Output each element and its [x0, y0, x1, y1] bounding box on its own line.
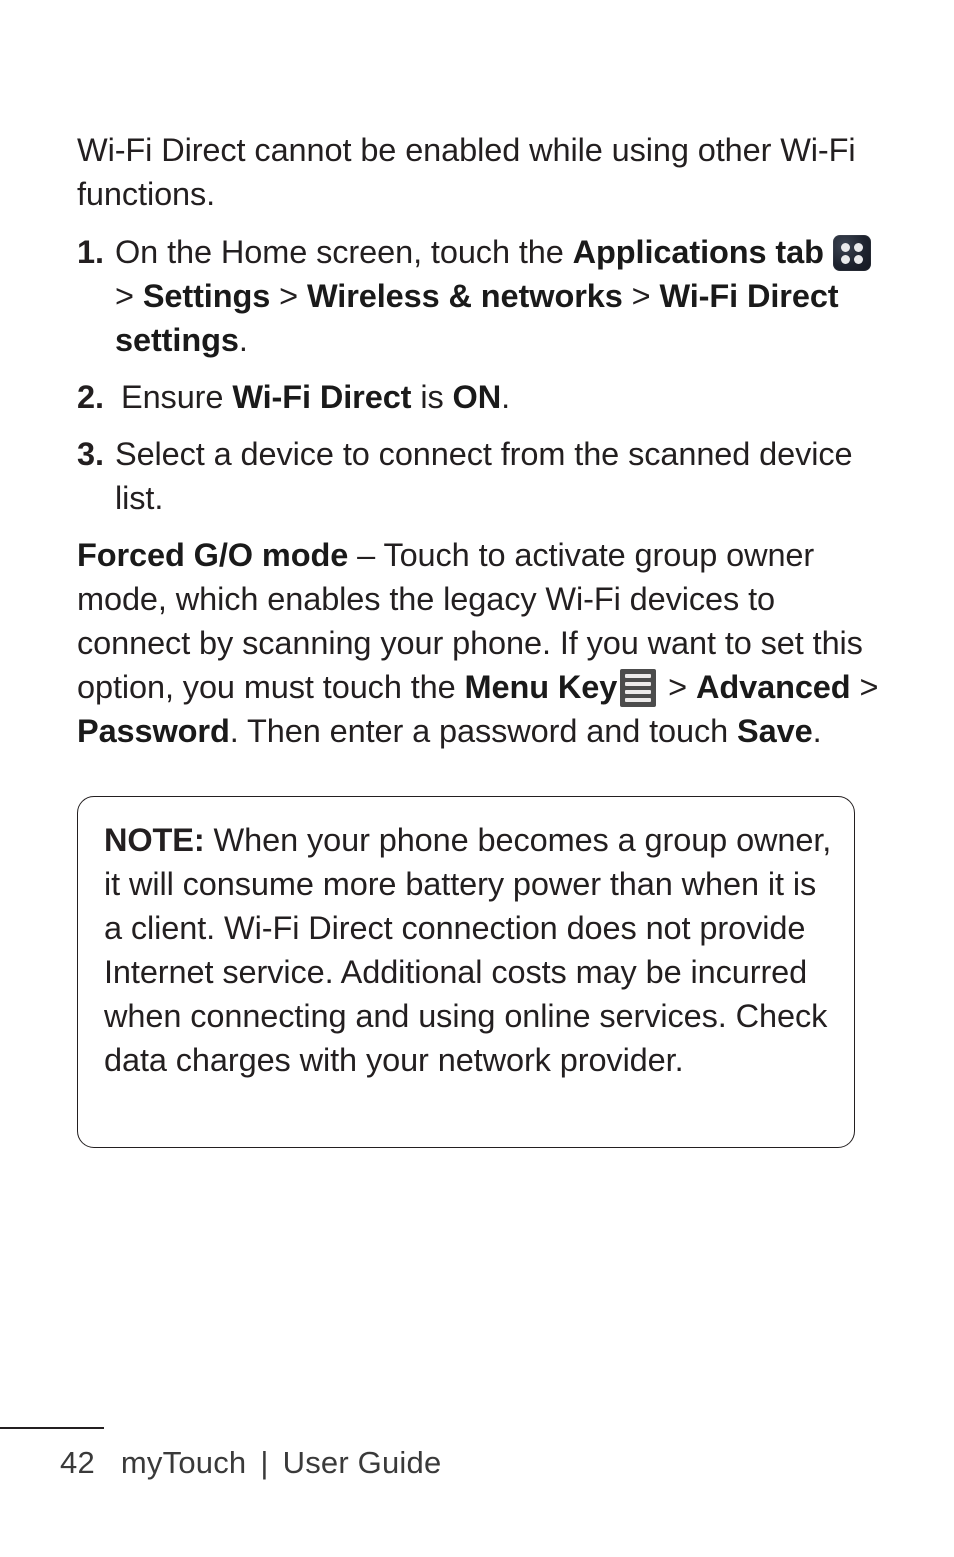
forced-go-end: .: [812, 713, 822, 749]
apps-dot-2: [853, 243, 863, 252]
step-1-bold-settings: Settings: [142, 278, 271, 314]
forced-go-bold-save: Save: [737, 713, 813, 749]
step-1-separator-2: >: [270, 278, 307, 314]
forced-go-bold-password: Password: [77, 713, 230, 749]
step-1-text-part1: On the Home screen, touch the: [115, 234, 573, 270]
step-number: 3.: [77, 436, 104, 472]
apps-dot-1: [840, 243, 850, 252]
forced-go-mode-label: Forced G/O mode: [77, 537, 349, 573]
step-2-bold-wifi-direct: Wi-Fi Direct: [232, 379, 412, 415]
step-2-bold-on: ON: [452, 379, 502, 415]
footer-page-number: 42: [60, 1445, 95, 1480]
footer-separator: |: [260, 1445, 269, 1480]
forced-go-body-2: . Then enter a password and touch: [229, 713, 738, 749]
footer-divider: [0, 1427, 104, 1429]
step-number: 1.: [77, 234, 104, 270]
forced-go-separator-1: >: [659, 669, 696, 705]
note-text: NOTE: When your phone becomes a group ow…: [104, 818, 832, 1082]
note-label: NOTE:: [104, 822, 205, 858]
footer-doc-title: User Guide: [282, 1445, 442, 1480]
forced-go-mode-paragraph: Forced G/O mode – Touch to activate grou…: [77, 533, 887, 753]
forced-go-separator-2: >: [850, 669, 879, 705]
list-item-step-2: 2. Ensure Wi-Fi Direct is ON.: [77, 375, 887, 419]
numbered-steps-list: 1. On the Home screen, touch the Applicat…: [77, 230, 887, 520]
menu-key-icon[interactable]: [620, 669, 657, 707]
menu-bar-3: [625, 690, 652, 694]
footer-product-name: myTouch: [120, 1445, 247, 1480]
apps-dot-3: [840, 255, 850, 264]
apps-dot-4: [853, 255, 863, 264]
page-content: Wi-Fi Direct cannot be enabled while usi…: [77, 128, 887, 765]
step-1-separator-1: >: [115, 278, 143, 314]
menu-key-label: Menu Key: [464, 669, 618, 705]
forced-go-bold-advanced: Advanced: [696, 669, 851, 705]
list-item-step-3: 3. Select a device to connect from the sc…: [77, 432, 887, 520]
step-1-bold-wireless-networks: Wireless & networks: [306, 278, 623, 314]
intro-paragraph: Wi-Fi Direct cannot be enabled while usi…: [77, 132, 856, 212]
step-1-end: .: [238, 322, 248, 358]
forced-go-dash: –: [348, 537, 384, 573]
user-guide-page: Wi-Fi Direct cannot be enabled while usi…: [0, 0, 954, 1557]
step-2-text-part1: Ensure: [121, 379, 233, 415]
note-body: When your phone becomes a group owner, i…: [104, 822, 832, 1078]
step-1-separator-3: >: [622, 278, 660, 314]
step-2-end: .: [501, 379, 511, 415]
step-number: 2.: [77, 379, 104, 415]
step-1-bold-applications-tab: Applications tab: [572, 234, 824, 270]
menu-bar-1: [625, 674, 652, 678]
step-2-text-part2: is: [411, 379, 453, 415]
page-footer: 42 myTouch | User Guide: [60, 1443, 441, 1483]
step-3-text: Select a device to connect from the scan…: [115, 436, 853, 516]
menu-bar-4: [625, 698, 652, 702]
menu-bar-2: [625, 682, 652, 686]
list-item-step-1: 1. On the Home screen, touch the Applicat…: [77, 230, 887, 362]
apps-grid-icon[interactable]: [832, 235, 871, 271]
note-callout-box: NOTE: When your phone becomes a group ow…: [77, 796, 855, 1148]
